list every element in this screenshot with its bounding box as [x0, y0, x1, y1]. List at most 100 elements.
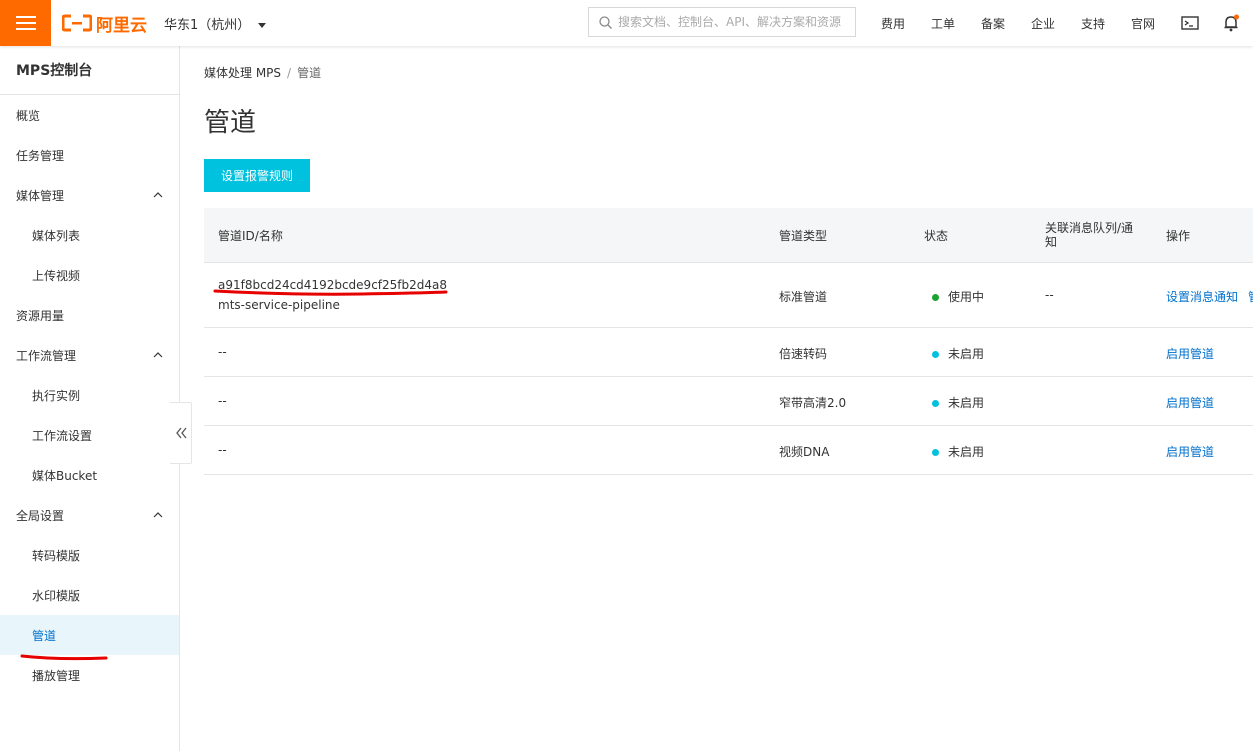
status-text: 未启用	[948, 396, 985, 410]
manage-link-truncated[interactable]: 管	[1248, 288, 1253, 305]
sidebar-item-label: 上传视频	[32, 268, 81, 283]
sidebar-item-task-management[interactable]: 任务管理	[0, 135, 179, 175]
sidebar-item-label: 概览	[16, 108, 41, 123]
column-header-queue-line2: 知	[1045, 235, 1058, 249]
hamburger-menu-button[interactable]	[0, 0, 51, 46]
sidebar-item-overview[interactable]: 概览	[0, 95, 179, 135]
chevron-up-icon	[153, 512, 163, 518]
breadcrumb-current: 管道	[297, 66, 322, 80]
pipeline-id: --	[218, 394, 227, 408]
nav-ticket[interactable]: 工单	[918, 15, 968, 32]
column-header-queue: 关联消息队列/通 知	[1045, 221, 1133, 249]
sidebar-item-media-bucket[interactable]: 媒体Bucket	[0, 455, 179, 495]
sidebar-item-label: 转码模版	[32, 548, 81, 563]
pipeline-type: 视频DNA	[779, 445, 830, 459]
sidebar-item-label: 全局设置	[16, 508, 65, 523]
sidebar-item-label: 管道	[32, 628, 57, 643]
nav-billing[interactable]: 费用	[868, 15, 918, 32]
pipeline-status: 未启用	[932, 443, 984, 460]
sidebar-item-label: 水印模版	[32, 588, 81, 603]
main-content: 媒体处理 MPS / 管道 管道 设置报警规则 管道ID/名称 管道类型 状态 关联…	[180, 46, 1253, 751]
column-header-type: 管道类型	[779, 229, 828, 243]
sidebar-title: MPS控制台	[0, 46, 179, 95]
sidebar-item-resource-usage[interactable]: 资源用量	[0, 295, 179, 335]
sidebar-item-label: 播放管理	[32, 668, 81, 683]
pipeline-status: 未启用	[932, 394, 984, 411]
sidebar-item-label: 媒体Bucket	[32, 468, 98, 483]
logo-text: 阿里云	[96, 15, 147, 36]
bell-icon[interactable]	[1221, 13, 1241, 33]
sidebar-item-media-management[interactable]: 媒体管理	[0, 175, 179, 215]
sidebar-item-label: 媒体管理	[16, 188, 65, 203]
aliyun-logo-icon	[62, 14, 92, 32]
sidebar-item-playback-management[interactable]: 播放管理	[0, 655, 179, 695]
column-header-id-name: 管道ID/名称	[218, 229, 283, 243]
table-row: -- 视频DNA 未启用 启用管道	[204, 426, 1253, 475]
table-row: -- 倍速转码 未启用 启用管道	[204, 328, 1253, 377]
sidebar-item-label: 媒体列表	[32, 228, 81, 243]
pipeline-type: 标准管道	[779, 290, 828, 304]
column-header-actions: 操作	[1166, 229, 1191, 243]
chevron-up-icon	[153, 192, 163, 198]
aliyun-logo[interactable]: 阿里云	[62, 11, 147, 36]
nav-icp[interactable]: 备案	[968, 15, 1018, 32]
region-selector[interactable]: 华东1（杭州）	[164, 14, 267, 33]
nav-official-site[interactable]: 官网	[1118, 15, 1168, 32]
sidebar-item-label: 执行实例	[32, 388, 81, 403]
terminal-icon[interactable]	[1180, 13, 1200, 33]
sidebar-item-execution-instances[interactable]: 执行实例	[0, 375, 179, 415]
status-text: 未启用	[948, 445, 985, 459]
enable-pipeline-link[interactable]: 启用管道	[1166, 443, 1214, 460]
status-text: 使用中	[948, 290, 985, 304]
table-row: a91f8bcd24cd4192bcde9cf25fb2d4a8 mts-ser…	[204, 263, 1253, 328]
status-dot-inactive	[932, 400, 939, 407]
status-text: 未启用	[948, 347, 985, 361]
sidebar-item-global-settings[interactable]: 全局设置	[0, 495, 179, 535]
caret-down-icon	[258, 23, 267, 28]
region-label: 华东1（杭州）	[164, 18, 251, 33]
pipeline-id: --	[218, 345, 227, 359]
pipeline-type: 倍速转码	[779, 347, 828, 361]
sidebar-item-watermark-templates[interactable]: 水印模版	[0, 575, 179, 615]
pipeline-status: 使用中	[932, 288, 984, 305]
sidebar: MPS控制台 概览 任务管理 媒体管理 媒体列表 上传视频 资源用量 工作流管理…	[0, 46, 180, 751]
breadcrumb-separator: /	[287, 66, 292, 80]
sidebar-item-transcode-templates[interactable]: 转码模版	[0, 535, 179, 575]
enable-pipeline-link[interactable]: 启用管道	[1166, 394, 1214, 411]
sidebar-item-workflow-management[interactable]: 工作流管理	[0, 335, 179, 375]
table-header: 管道ID/名称 管道类型 状态 关联消息队列/通 知 操作	[204, 208, 1253, 263]
top-bar: 阿里云 华东1（杭州） 费用 工单 备案 企业 支持 官网	[0, 0, 1253, 46]
status-dot-inactive	[932, 449, 939, 456]
pipeline-queue: --	[1045, 288, 1054, 302]
pipeline-type: 窄带高清2.0	[779, 396, 847, 410]
breadcrumb-mps[interactable]: 媒体处理 MPS	[204, 66, 281, 80]
sidebar-item-pipelines[interactable]: 管道	[0, 615, 179, 655]
breadcrumb: 媒体处理 MPS / 管道	[204, 64, 321, 81]
nav-enterprise[interactable]: 企业	[1018, 15, 1068, 32]
nav-support[interactable]: 支持	[1068, 15, 1118, 32]
sidebar-item-label: 工作流设置	[32, 428, 93, 443]
global-search[interactable]	[588, 7, 856, 37]
search-input[interactable]	[618, 15, 843, 29]
set-alarm-rules-button[interactable]: 设置报警规则	[204, 159, 311, 192]
pipeline-table: 管道ID/名称 管道类型 状态 关联消息队列/通 知 操作 a91f8bcd24…	[204, 208, 1253, 475]
table-row: -- 窄带高清2.0 未启用 启用管道	[204, 377, 1253, 426]
sidebar-item-workflow-settings[interactable]: 工作流设置	[0, 415, 179, 455]
sidebar-item-label: 任务管理	[16, 148, 65, 163]
column-header-queue-line1: 关联消息队列/通	[1045, 221, 1134, 235]
double-chevron-left-icon	[175, 427, 187, 439]
hamburger-icon	[15, 16, 36, 30]
pipeline-name: mts-service-pipeline	[218, 298, 340, 312]
search-icon	[599, 15, 612, 29]
sidebar-item-label: 资源用量	[16, 308, 65, 323]
status-dot-active	[932, 294, 939, 301]
enable-pipeline-link[interactable]: 启用管道	[1166, 345, 1214, 362]
sidebar-collapse-button[interactable]	[170, 402, 192, 464]
pipeline-id: --	[218, 443, 227, 457]
top-nav: 费用 工单 备案 企业 支持 官网	[868, 0, 1168, 46]
pipeline-id: a91f8bcd24cd4192bcde9cf25fb2d4a8	[218, 278, 447, 292]
set-message-notification-link[interactable]: 设置消息通知	[1166, 288, 1238, 305]
sidebar-item-upload-video[interactable]: 上传视频	[0, 255, 179, 295]
pipeline-status: 未启用	[932, 345, 984, 362]
sidebar-item-media-list[interactable]: 媒体列表	[0, 215, 179, 255]
